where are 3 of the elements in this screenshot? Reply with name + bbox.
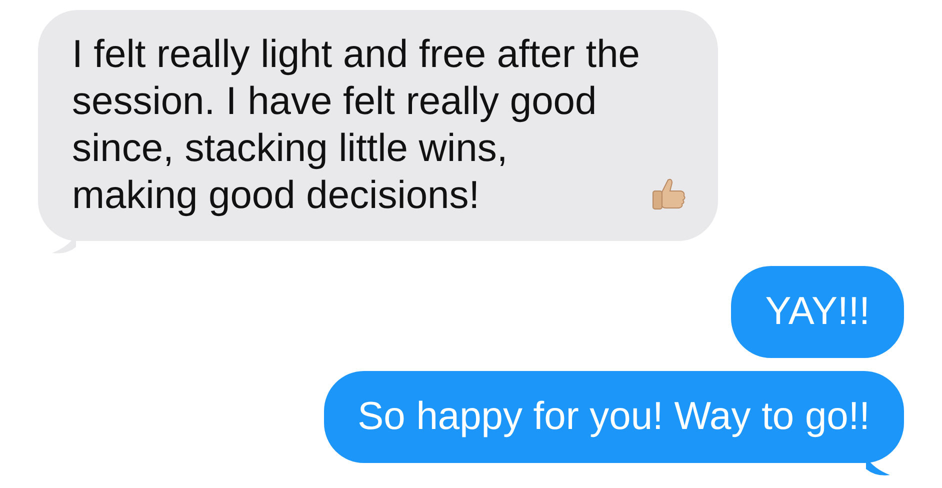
message-text: YAY!!! — [765, 289, 870, 335]
message-text: I felt really light and free after the session. I have felt really good since, stacking little wins, making good decisions! — [72, 32, 640, 219]
message-text: So happy for you! Way to go!! — [358, 394, 870, 440]
